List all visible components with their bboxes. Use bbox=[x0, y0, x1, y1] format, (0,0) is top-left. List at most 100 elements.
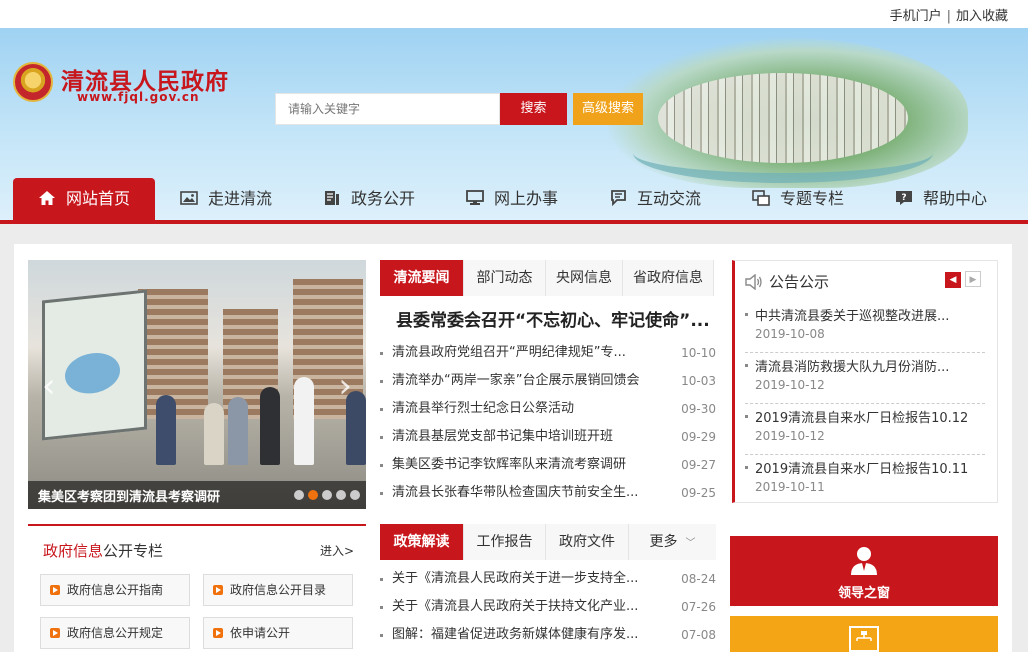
gov-info-request-button[interactable]: 依申请公开 bbox=[203, 617, 353, 649]
nav-item-home[interactable]: 网站首页 bbox=[13, 178, 155, 220]
nav-item-label: 互动交流 bbox=[637, 189, 702, 208]
nav-item-online-service[interactable]: 网上办事 bbox=[466, 178, 558, 220]
nav-item-special-topics[interactable]: 专题专栏 bbox=[752, 178, 844, 220]
search-input[interactable] bbox=[275, 93, 500, 125]
slider-dot[interactable] bbox=[350, 490, 360, 500]
advanced-search-button[interactable]: 高级搜索 bbox=[573, 93, 643, 125]
news-date: 10-03 bbox=[681, 374, 716, 388]
slider-dots bbox=[290, 489, 360, 504]
policy-title: 关于《清流县人民政府关于扶持文化产业... bbox=[392, 599, 639, 614]
slider-photo-person bbox=[156, 395, 176, 465]
nav-item-help-center[interactable]: ? 帮助中心 bbox=[895, 178, 987, 220]
news-item[interactable]: 清流举办“两岸一家亲”台企展示展销回馈会 10-03 bbox=[380, 367, 716, 395]
nav-item-label: 专题专栏 bbox=[780, 189, 845, 208]
gov-info-enter-link[interactable]: 进入> bbox=[320, 542, 354, 559]
photo-slider[interactable]: ‹ › 集美区考察团到清流县考察调研 bbox=[28, 260, 366, 509]
tab-department-news[interactable]: 部门动态 bbox=[464, 260, 546, 296]
add-favorite-link[interactable]: 加入收藏 bbox=[956, 9, 1008, 24]
slider-caption-bar: 集美区考察团到清流县考察调研 bbox=[28, 481, 366, 509]
policy-item[interactable]: 图解：福建省促进政务新媒体健康有序发... 07-08 bbox=[380, 621, 716, 649]
speaker-icon bbox=[745, 274, 762, 290]
slider-dot[interactable] bbox=[336, 490, 346, 500]
slider-photo-person bbox=[228, 397, 248, 465]
notice-item-date: 2019-10-08 bbox=[755, 327, 825, 341]
news-item[interactable]: 清流县政府党组召开“严明纪律规矩”专... 10-10 bbox=[380, 339, 716, 367]
news-headline[interactable]: 县委常委会召开“不忘初心、牢记使命”... bbox=[396, 306, 714, 331]
notice-next-icon[interactable]: ▶ bbox=[965, 271, 981, 287]
slider-caption[interactable]: 集美区考察团到清流县考察调研 bbox=[38, 486, 220, 505]
nav-item-interaction[interactable]: 互动交流 bbox=[609, 178, 701, 220]
policy-item[interactable]: 关于《清流县人民政府关于进一步支持全... 08-24 bbox=[380, 565, 716, 593]
leader-window-label: 领导之窗 bbox=[837, 586, 890, 601]
slider-photo-person bbox=[294, 377, 314, 465]
nav-item-open-government[interactable]: 政务公开 bbox=[323, 178, 415, 220]
news-date: 09-29 bbox=[681, 430, 716, 444]
site-logo[interactable]: 清流县人民政府 www.fjql.gov.cn bbox=[13, 60, 243, 110]
play-icon bbox=[213, 585, 223, 595]
notice-item-date: 2019-10-12 bbox=[755, 378, 825, 392]
slider-next-arrow-icon[interactable]: › bbox=[338, 366, 352, 406]
news-date: 09-27 bbox=[681, 458, 716, 472]
mobile-portal-link[interactable]: 手机门户 bbox=[890, 9, 942, 24]
news-item[interactable]: 清流县举行烈士纪念日公祭活动 09-30 bbox=[380, 395, 716, 423]
gov-info-catalog-button[interactable]: 政府信息公开目录 bbox=[203, 574, 353, 606]
tab-gov-documents[interactable]: 政府文件 bbox=[546, 524, 629, 560]
nav-item-label: 帮助中心 bbox=[923, 189, 988, 208]
notice-item[interactable]: 2019清流县自来水厂日检报告10.11 2019-10-11 bbox=[745, 456, 985, 506]
top-links: 手机门户 | 加入收藏 bbox=[890, 5, 1008, 24]
tab-qingliu-news[interactable]: 清流要闻 bbox=[380, 260, 464, 296]
slider-dot-active[interactable] bbox=[308, 490, 318, 500]
search-button[interactable]: 搜索 bbox=[500, 93, 567, 125]
slider-photo-person bbox=[204, 403, 224, 465]
news-title: 集美区委书记李钦辉率队来清流考察调研 bbox=[392, 457, 627, 472]
play-icon bbox=[50, 585, 60, 595]
leader-window-button[interactable]: 领导之窗 bbox=[730, 536, 998, 606]
banner-river-image bbox=[633, 123, 933, 183]
tab-province-news[interactable]: 省政府信息 bbox=[623, 260, 714, 296]
policy-title: 图解：福建省促进政务新媒体健康有序发... bbox=[392, 627, 639, 642]
tab-policy-interpretation[interactable]: 政策解读 bbox=[380, 524, 464, 560]
notice-item[interactable]: 2019清流县自来水厂日检报告10.12 2019-10-12 bbox=[745, 405, 985, 455]
policy-title: 关于《清流县人民政府关于进一步支持全... bbox=[392, 571, 639, 586]
news-item[interactable]: 清流县长张春华带队检查国庆节前安全生... 09-25 bbox=[380, 479, 716, 507]
gov-info-button-label: 政府信息公开规定 bbox=[67, 626, 164, 640]
nav-item-about[interactable]: 走进清流 bbox=[180, 178, 272, 220]
play-icon bbox=[50, 628, 60, 638]
main-nav: 网站首页 走进清流 政务公开 网上办事 互动交流 专题专栏 ? 帮助中心 bbox=[0, 178, 1028, 224]
news-item[interactable]: 清流县基层党支部书记集中培训班开班 09-29 bbox=[380, 423, 716, 451]
notice-item[interactable]: 清流县消防救援大队九月份消防... 2019-10-12 bbox=[745, 354, 985, 404]
notice-item[interactable]: 中共清流县委关于巡视整改进展... 2019-10-08 bbox=[745, 303, 985, 353]
monitor-icon bbox=[466, 190, 484, 205]
org-chart-button[interactable] bbox=[730, 616, 998, 652]
tab-central-news[interactable]: 央网信息 bbox=[546, 260, 623, 296]
gov-info-guide-button[interactable]: 政府信息公开指南 bbox=[40, 574, 190, 606]
tab-work-report[interactable]: 工作报告 bbox=[464, 524, 546, 560]
slider-dot[interactable] bbox=[322, 490, 332, 500]
picture-icon bbox=[180, 191, 198, 205]
top-bar: 手机门户 | 加入收藏 bbox=[0, 0, 1028, 28]
notice-item-title: 2019清流县自来水厂日检报告10.11 bbox=[755, 462, 969, 477]
news-date: 09-25 bbox=[681, 486, 716, 500]
news-list: 清流县政府党组召开“严明纪律规矩”专... 10-10 清流举办“两岸一家亲”台企… bbox=[380, 339, 716, 507]
notice-title: 公告公示 bbox=[769, 273, 830, 291]
notice-prev-icon[interactable]: ◀ bbox=[945, 272, 961, 288]
slider-photo-person bbox=[260, 387, 280, 465]
notice-item-title: 清流县消防救援大队九月份消防... bbox=[755, 360, 950, 375]
play-icon bbox=[213, 628, 223, 638]
policy-item[interactable]: 关于《清流县人民政府关于扶持文化产业... 07-26 bbox=[380, 593, 716, 621]
news-item[interactable]: 集美区委书记李钦辉率队来清流考察调研 09-27 bbox=[380, 451, 716, 479]
news-title: 清流县政府党组召开“严明纪律规矩”专... bbox=[392, 345, 626, 360]
slider-dot[interactable] bbox=[294, 490, 304, 500]
document-icon bbox=[325, 191, 339, 205]
news-title: 清流县长张春华带队检查国庆节前安全生... bbox=[392, 485, 639, 500]
svg-text:?: ? bbox=[901, 193, 906, 203]
tab-more-label: 更多 bbox=[649, 534, 678, 550]
news-date: 09-30 bbox=[681, 402, 716, 416]
policy-date: 07-26 bbox=[681, 600, 716, 614]
gov-info-button-label: 政府信息公开目录 bbox=[230, 583, 327, 597]
help-icon: ? bbox=[896, 191, 912, 205]
tab-more[interactable]: 更多 ﹀ bbox=[629, 524, 716, 560]
person-icon bbox=[851, 547, 877, 575]
slider-prev-arrow-icon[interactable]: ‹ bbox=[42, 366, 56, 406]
gov-info-rules-button[interactable]: 政府信息公开规定 bbox=[40, 617, 190, 649]
